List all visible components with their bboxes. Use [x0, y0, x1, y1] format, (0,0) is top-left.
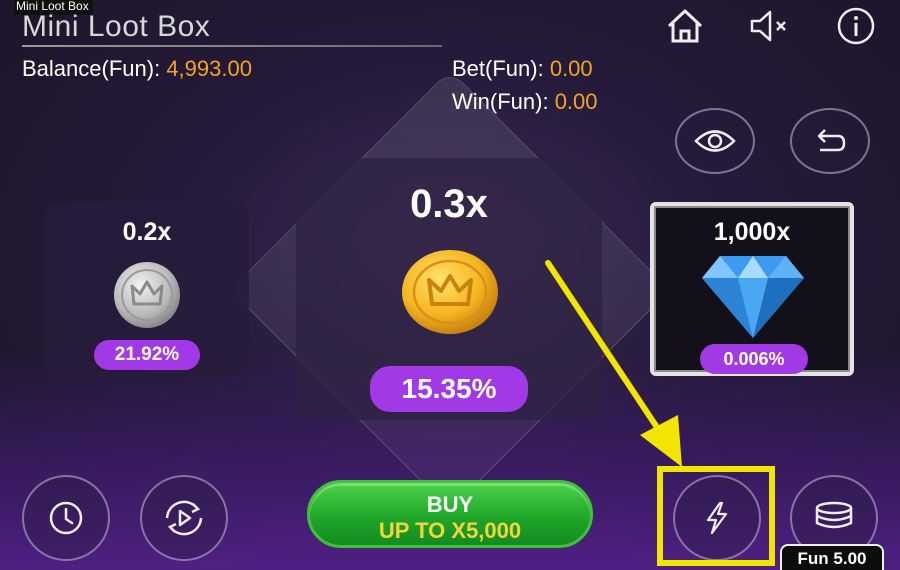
- autoplay-icon: [165, 500, 203, 536]
- title-underline: [22, 45, 442, 47]
- prize-multiplier: 1,000x: [713, 218, 791, 246]
- prize-card-silver[interactable]: 0.2x 21.92%: [45, 202, 249, 376]
- sound-muted-icon: [750, 10, 786, 42]
- balance-value: 4,993.00: [166, 56, 252, 81]
- balance-label: Balance(Fun):: [22, 56, 161, 81]
- view-button[interactable]: [675, 108, 755, 174]
- coin-value-badge: Fun 5.00: [780, 544, 884, 570]
- prize-multiplier: 0.2x: [122, 218, 172, 246]
- silver-coin-icon: [114, 262, 180, 328]
- home-icon: [667, 9, 703, 43]
- gold-coin-icon: [402, 250, 498, 334]
- bet-label: Bet(Fun):: [452, 56, 544, 81]
- history-button[interactable]: [22, 475, 110, 561]
- game-title: Mini Loot Box: [22, 10, 211, 43]
- prize-chance: 0.006%: [700, 344, 808, 374]
- bet-value: 0.00: [549, 56, 593, 81]
- prize-multiplier: 0.3x: [410, 182, 488, 226]
- buy-button-sublabel: UP TO X5,000: [378, 518, 522, 543]
- buy-button[interactable]: BUY UP TO X5,000: [307, 480, 593, 548]
- bet-display: Bet(Fun): 0.00: [452, 56, 593, 82]
- info-icon: [837, 7, 875, 45]
- home-button[interactable]: [663, 6, 707, 46]
- win-value: 0.00: [554, 89, 598, 114]
- sound-button[interactable]: [746, 6, 790, 46]
- diamond-icon: [702, 256, 804, 338]
- prize-chance: 15.35%: [370, 366, 528, 412]
- coins-icon: [815, 501, 853, 529]
- history-icon: [49, 501, 83, 535]
- buy-button-label: BUY: [426, 492, 474, 517]
- eye-icon: [694, 130, 736, 152]
- info-button[interactable]: [834, 6, 878, 46]
- balance-display: Balance(Fun): 4,993.00: [22, 56, 252, 82]
- annotation-arrow: [545, 260, 682, 467]
- autoplay-button[interactable]: [140, 475, 228, 561]
- undo-button[interactable]: [790, 108, 870, 174]
- annotation-highlight-box: [657, 466, 775, 566]
- undo-icon: [817, 129, 846, 152]
- prize-chance: 21.92%: [94, 340, 200, 370]
